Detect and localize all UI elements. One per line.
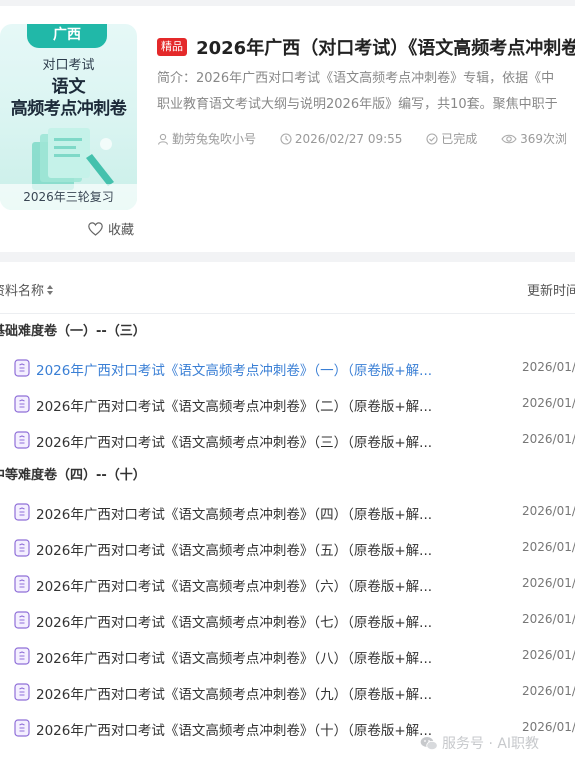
document-icon: [14, 683, 30, 701]
eye-icon: [501, 134, 517, 143]
file-date: 2026/01/: [522, 504, 575, 518]
sort-icon: [47, 284, 54, 295]
column-name-sort[interactable]: 资料名称: [0, 280, 54, 299]
file-name[interactable]: 2026年广西对口考试《语文高频考点冲刺卷》（八）（原卷版+解...: [36, 647, 432, 667]
document-icon: [14, 395, 30, 413]
cover-region-badge: 广西: [27, 24, 107, 48]
file-name[interactable]: 2026年广西对口考试《语文高频考点冲刺卷》（四）（原卷版+解...: [36, 503, 432, 523]
premium-tag: 精品: [157, 38, 187, 56]
file-name[interactable]: 2026年广西对口考试《语文高频考点冲刺卷》（二）（原卷版+解...: [36, 395, 432, 415]
file-row[interactable]: 2026年广西对口考试《语文高频考点冲刺卷》（四）（原卷版+解... 2026/0…: [14, 494, 575, 530]
document-icon: [14, 719, 30, 737]
resource-meta: 勤劳兔兔吹小号 2026/02/27 09:55 已完成 369次浏: [157, 130, 575, 148]
file-name[interactable]: 2026年广西对口考试《语文高频考点冲刺卷》（一）（原卷版+解...: [36, 359, 432, 379]
resource-header-card: 广西 对口考试 语文 高频考点冲刺卷 2026年三轮复习 精品 2026年广西（…: [0, 6, 575, 252]
clock-icon: [280, 132, 292, 145]
document-icon: [14, 575, 30, 593]
file-date: 2026/01/: [522, 684, 575, 698]
file-date: 2026/01/: [522, 648, 575, 662]
status-meta: 已完成: [426, 130, 477, 147]
favorite-button[interactable]: 收藏: [88, 219, 134, 238]
description-line-2: 职业教育语文考试大纲与说明2026年版》编写，共10套。聚焦中职于: [157, 97, 558, 112]
file-row[interactable]: 2026年广西对口考试《语文高频考点冲刺卷》（七）（原卷版+解... 2026/0…: [14, 602, 575, 638]
wechat-icon: [420, 736, 438, 750]
column-name-label: 资料名称: [0, 284, 45, 299]
file-name[interactable]: 2026年广西对口考试《语文高频考点冲刺卷》（三）（原卷版+解...: [36, 431, 432, 451]
document-icon: [14, 431, 30, 449]
file-row[interactable]: 2026年广西对口考试《语文高频考点冲刺卷》（三）（原卷版+解... 2026/0…: [14, 422, 575, 458]
column-time-label: 更新时间: [527, 284, 575, 299]
file-name[interactable]: 2026年广西对口考试《语文高频考点冲刺卷》（七）（原卷版+解...: [36, 611, 432, 631]
cover-image[interactable]: 广西 对口考试 语文 高频考点冲刺卷 2026年三轮复习: [0, 24, 137, 210]
author-name: 勤劳兔兔吹小号: [172, 132, 257, 146]
group-heading: 中等难度卷（四）--（十）: [0, 468, 146, 483]
file-row[interactable]: 2026年广西对口考试《语文高频考点冲刺卷》（一）（原卷版+解... 2026/0…: [14, 350, 575, 386]
file-row[interactable]: 2026年广西对口考试《语文高频考点冲刺卷》（八）（原卷版+解... 2026/0…: [14, 638, 575, 674]
file-date: 2026/01/: [522, 360, 575, 374]
file-date: 2026/01/: [522, 432, 575, 446]
heart-icon: [88, 221, 103, 236]
file-date: 2026/01/: [522, 396, 575, 410]
group-heading: 基础难度卷（一）--（三）: [0, 324, 146, 339]
resource-title-row: 精品 2026年广西（对口考试）《语文高频考点冲刺卷: [157, 34, 575, 60]
publish-date: 2026/02/27 09:55: [294, 131, 403, 146]
user-icon: [157, 133, 169, 145]
check-circle-icon: [426, 132, 438, 145]
file-name[interactable]: 2026年广西对口考试《语文高频考点冲刺卷》（五）（原卷版+解...: [36, 539, 432, 559]
file-date: 2026/01/: [522, 576, 575, 590]
document-icon: [14, 503, 30, 521]
status-text: 已完成: [441, 132, 478, 146]
document-icon: [14, 539, 30, 557]
document-icon: [14, 359, 30, 377]
view-count: 369次浏: [520, 132, 567, 146]
cover-line-1: 对口考试: [42, 58, 95, 73]
list-header: 资料名称 更新时间: [0, 262, 575, 314]
author-meta[interactable]: 勤劳兔兔吹小号: [157, 130, 256, 147]
document-icon: [14, 647, 30, 665]
resource-title: 2026年广西（对口考试）《语文高频考点冲刺卷: [196, 38, 575, 59]
description-line-1: 简介：2026年广西对口考试《语文高频考点冲刺卷》专辑，依据《中: [157, 71, 555, 86]
file-date: 2026/01/: [522, 540, 575, 554]
file-row[interactable]: 2026年广西对口考试《语文高频考点冲刺卷》（九）（原卷版+解... 2026/0…: [14, 674, 575, 710]
file-row[interactable]: 2026年广西对口考试《语文高频考点冲刺卷》（二）（原卷版+解... 2026/0…: [14, 386, 575, 422]
watermark-text: 服务号 · AI职教: [442, 736, 540, 752]
file-date: 2026/01/: [522, 612, 575, 626]
views-meta: 369次浏: [501, 130, 567, 147]
resource-description: 简介：2026年广西对口考试《语文高频考点冲刺卷》专辑，依据《中 职业教育语文考…: [157, 66, 575, 118]
watermark: 服务号 · AI职教: [420, 733, 539, 753]
file-name[interactable]: 2026年广西对口考试《语文高频考点冲刺卷》（六）（原卷版+解...: [36, 575, 432, 595]
document-icon: [14, 611, 30, 629]
cover-footer: 2026年三轮复习: [0, 184, 137, 210]
file-row[interactable]: 2026年广西对口考试《语文高频考点冲刺卷》（六）（原卷版+解... 2026/0…: [14, 566, 575, 602]
date-meta: 2026/02/27 09:55: [280, 131, 403, 146]
favorite-label: 收藏: [108, 223, 135, 238]
file-date: 2026/01/: [522, 720, 575, 734]
cover-line-3: 高频考点冲刺卷: [10, 99, 127, 119]
file-name[interactable]: 2026年广西对口考试《语文高频考点冲刺卷》（十）（原卷版+解...: [36, 719, 432, 739]
file-row[interactable]: 2026年广西对口考试《语文高频考点冲刺卷》（五）（原卷版+解... 2026/0…: [14, 530, 575, 566]
file-name[interactable]: 2026年广西对口考试《语文高频考点冲刺卷》（九）（原卷版+解...: [36, 683, 432, 703]
